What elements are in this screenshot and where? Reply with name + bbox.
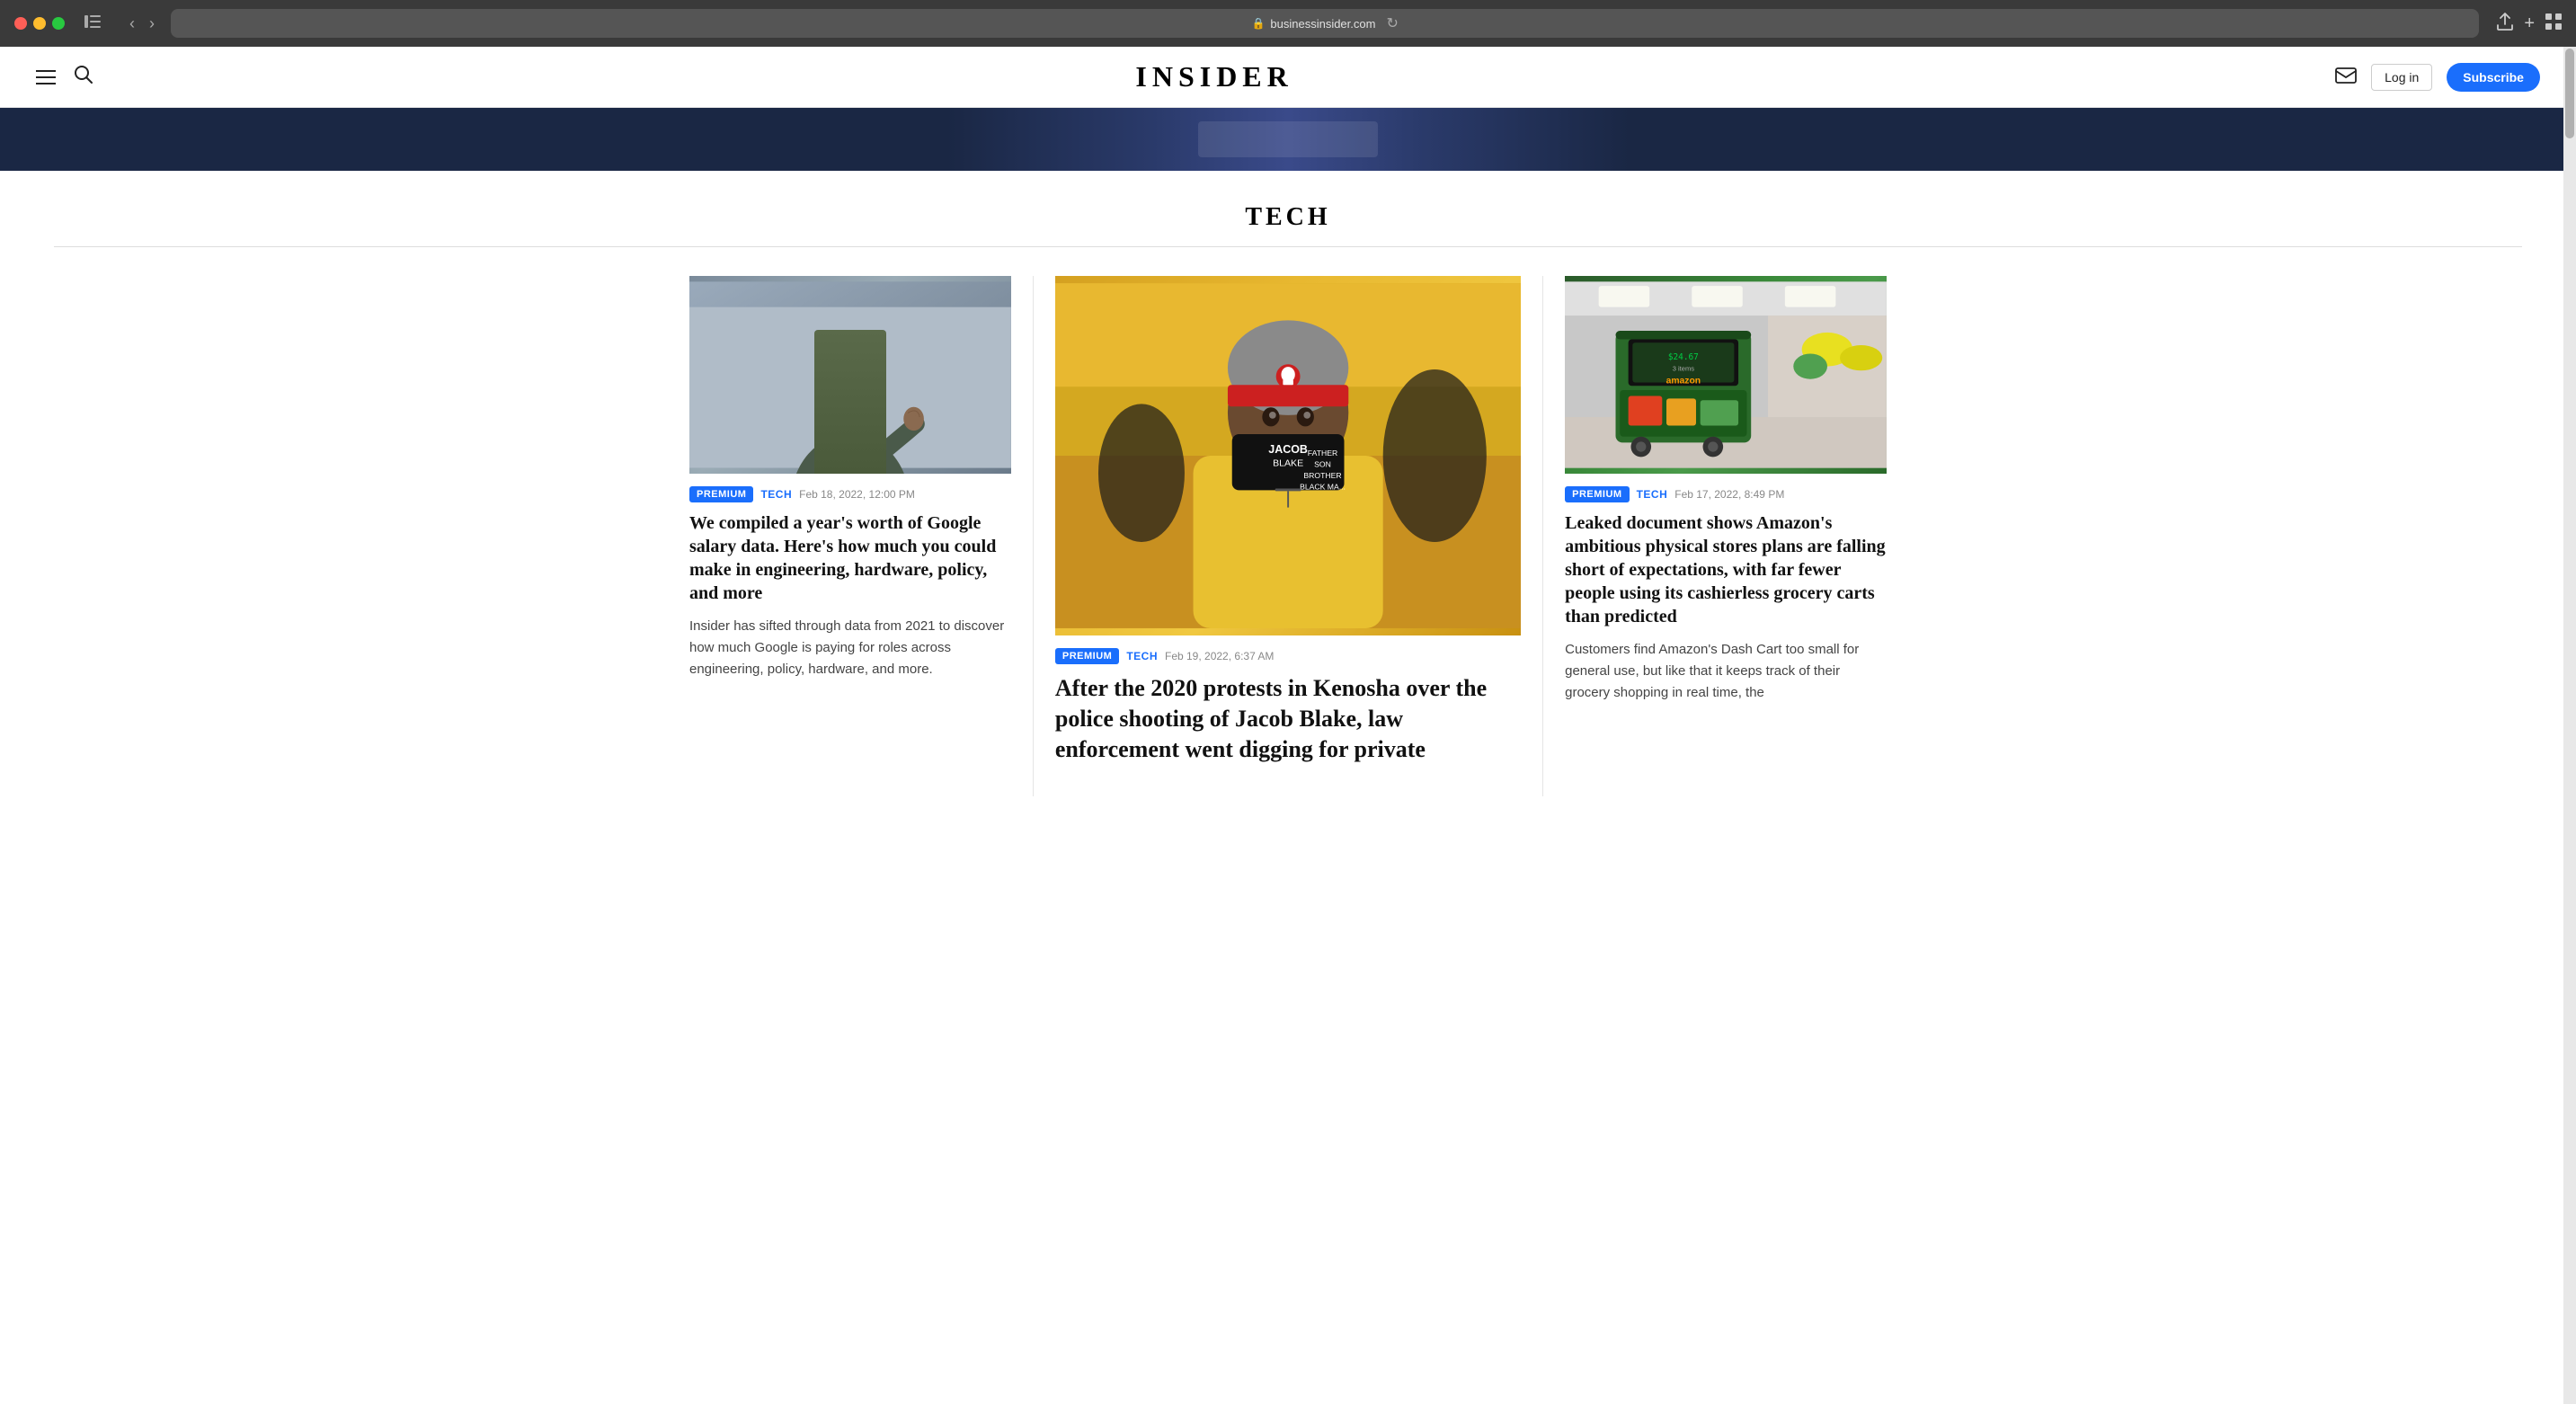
scrollbar-thumb[interactable] (2565, 49, 2574, 138)
hamburger-line (36, 76, 56, 78)
sidebar-toggle-button[interactable] (79, 12, 106, 36)
subscribe-button[interactable]: Subscribe (2447, 63, 2540, 92)
article-excerpt-right: Customers find Amazon's Dash Cart too sm… (1565, 639, 1887, 704)
hamburger-line (36, 70, 56, 72)
search-button[interactable] (74, 65, 93, 90)
ad-banner-inner (946, 108, 1630, 171)
section-title: TECH (54, 203, 2522, 232)
badge-tech-left[interactable]: TECH (760, 488, 792, 501)
badge-premium-right[interactable]: Premium (1565, 486, 1629, 502)
login-button[interactable]: Log in (2371, 64, 2432, 91)
article-title-left[interactable]: We compiled a year's worth of Google sal… (689, 511, 1011, 605)
article-card-right: $24.67 3 items amazon (1543, 276, 1908, 796)
forward-button[interactable]: › (144, 11, 160, 37)
badge-tech-center[interactable]: TECH (1126, 650, 1158, 662)
lock-icon: 🔒 (1251, 17, 1265, 30)
hamburger-line (36, 83, 56, 84)
url-text: businessinsider.com (1270, 17, 1375, 31)
browser-chrome: ‹ › 🔒 businessinsider.com ↻ + (0, 0, 2576, 47)
articles-grid: Premium TECH Feb 18, 2022, 12:00 PM We c… (614, 247, 1962, 796)
article-meta-left: Premium TECH Feb 18, 2022, 12:00 PM (689, 486, 1011, 502)
traffic-light-yellow[interactable] (33, 17, 46, 30)
browser-nav: ‹ › (124, 11, 160, 37)
svg-text:BLAKE: BLAKE (1273, 458, 1303, 469)
svg-text:amazon: amazon (1666, 376, 1701, 386)
email-button[interactable] (2335, 66, 2357, 89)
traffic-light-red[interactable] (14, 17, 27, 30)
refresh-button[interactable]: ↻ (1386, 14, 1398, 32)
badge-premium-left[interactable]: Premium (689, 486, 753, 502)
article-title-center[interactable]: After the 2020 protests in Kenosha over … (1055, 673, 1521, 764)
header-left (36, 65, 93, 90)
section-title-wrap: TECH (54, 171, 2522, 247)
svg-text:JACOB: JACOB (1268, 443, 1308, 456)
grid-button[interactable] (2545, 13, 2562, 34)
ad-banner (0, 108, 2576, 171)
svg-text:FATHER: FATHER (1308, 449, 1337, 458)
address-bar[interactable]: 🔒 businessinsider.com ↻ (171, 9, 2479, 38)
article-image-right[interactable]: $24.67 3 items amazon (1565, 276, 1887, 474)
site-header: INSIDER Log in Subscribe (0, 47, 2576, 108)
svg-text:3 items: 3 items (1673, 364, 1694, 372)
traffic-light-green[interactable] (52, 17, 65, 30)
svg-text:BROTHER: BROTHER (1303, 471, 1341, 480)
article-date-center: Feb 19, 2022, 6:37 AM (1165, 650, 1274, 662)
traffic-lights (14, 17, 65, 30)
article-image-left[interactable] (689, 276, 1011, 474)
badge-premium-center[interactable]: Premium (1055, 648, 1119, 664)
svg-text:BLACK MA...: BLACK MA... (1300, 482, 1346, 491)
scrollbar-track[interactable] (2563, 47, 2576, 1404)
article-excerpt-left: Insider has sifted through data from 202… (689, 616, 1011, 680)
browser-actions: + (2497, 13, 2562, 35)
page-wrapper: INSIDER Log in Subscribe TECH (0, 47, 2576, 1404)
svg-text:$24.67: $24.67 (1668, 352, 1699, 362)
back-button[interactable]: ‹ (124, 11, 140, 37)
article-date-left: Feb 18, 2022, 12:00 PM (799, 488, 915, 501)
share-button[interactable] (2497, 13, 2513, 35)
svg-text:SON: SON (1314, 459, 1331, 468)
article-meta-center: Premium TECH Feb 19, 2022, 6:37 AM (1055, 648, 1521, 664)
header-right: Log in Subscribe (2335, 63, 2540, 92)
article-title-right[interactable]: Leaked document shows Amazon's ambitious… (1565, 511, 1887, 628)
hamburger-menu-button[interactable] (36, 70, 56, 84)
article-card-left: Premium TECH Feb 18, 2022, 12:00 PM We c… (668, 276, 1033, 796)
badge-tech-right[interactable]: TECH (1637, 488, 1668, 501)
article-date-right: Feb 17, 2022, 8:49 PM (1674, 488, 1784, 501)
article-meta-right: Premium TECH Feb 17, 2022, 8:49 PM (1565, 486, 1887, 502)
new-tab-button[interactable]: + (2524, 13, 2535, 34)
article-image-center[interactable]: JACOB BLAKE FATHER SON BROTHER BLACK MA.… (1055, 276, 1521, 635)
article-card-center: JACOB BLAKE FATHER SON BROTHER BLACK MA.… (1033, 276, 1543, 796)
site-logo[interactable]: INSIDER (1135, 60, 1292, 93)
